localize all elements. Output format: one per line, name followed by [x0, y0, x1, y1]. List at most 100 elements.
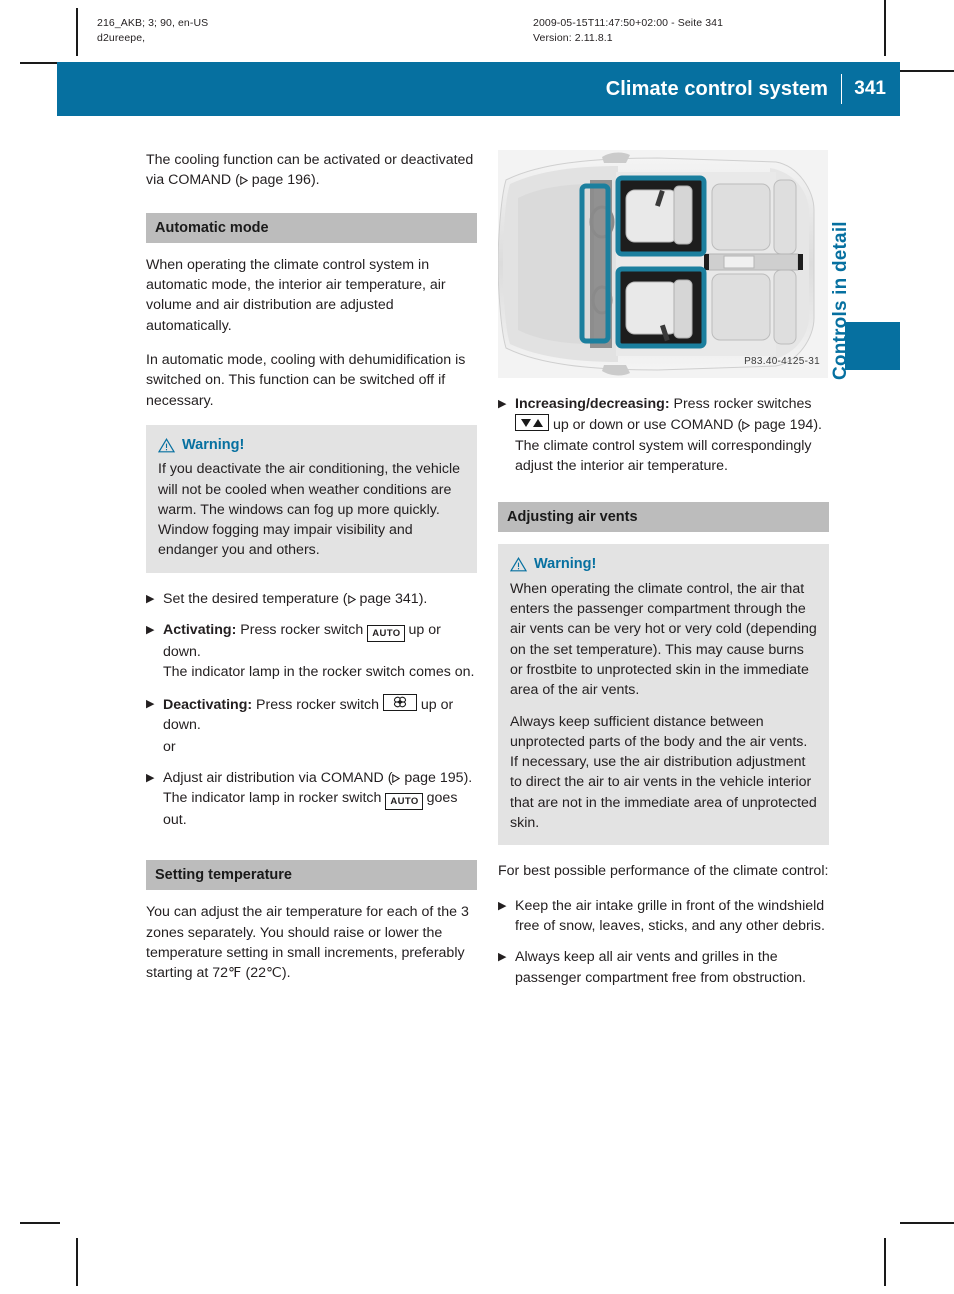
- step-subtext-before: The indicator lamp in rocker switch: [163, 789, 386, 806]
- warning-box-air-conditioning: Warning! If you deactivate the air condi…: [146, 424, 477, 573]
- warning-triangle-icon: [510, 557, 527, 572]
- list-item-adjust-air-distribution: ▶ Adjust air distribution via COMAND ( p…: [146, 768, 477, 831]
- page-reference-label[interactable]: page 341: [360, 591, 419, 607]
- step-bullet-icon: ▶: [146, 697, 155, 710]
- crop-mark-bottom-left-horizontal: [20, 1222, 60, 1224]
- step-text: Press rocker switches: [669, 396, 812, 412]
- step-text: Press rocker switch: [236, 622, 368, 639]
- step-text: Adjust air distribution via COMAND (: [163, 769, 393, 786]
- step-text: Press rocker switch: [252, 696, 383, 713]
- section-heading-setting-temperature: Setting temperature: [146, 860, 477, 891]
- print-slug-left: 216_AKB; 3; 90, en-US d2ureepe,: [97, 16, 208, 46]
- step-text: Set the desired temperature (: [163, 590, 348, 607]
- auto-rocker-switch-icon[interactable]: AUTO: [385, 792, 423, 810]
- step-body: Activating: Press rocker switch AUTO up …: [163, 620, 477, 683]
- page-reference: page 341: [347, 591, 419, 607]
- step-bullet-icon: ▶: [498, 951, 507, 964]
- step-body: Set the desired temperature ( page 341).: [163, 589, 477, 609]
- intro-text-end: ).: [310, 172, 320, 189]
- page-reference: page 196: [240, 172, 311, 188]
- warning-title-text: Warning!: [534, 556, 597, 573]
- crop-mark-top-right-horizontal: [900, 70, 954, 72]
- page-ref-arrow-icon: [240, 176, 248, 186]
- warning-paragraph-1: When operating the climate control, the …: [510, 580, 817, 699]
- arrow-down-icon: [521, 418, 531, 427]
- automatic-paragraph-1: When operating the climate control syste…: [146, 256, 446, 334]
- section-heading-automatic-mode: Automatic mode: [146, 212, 477, 243]
- page-reference-label[interactable]: page 194: [754, 417, 813, 433]
- figure-code-caption: P83.40-4125-31: [744, 355, 820, 367]
- step-bullet-icon: ▶: [146, 592, 155, 605]
- page-header-band: Climate control system 341: [57, 62, 900, 116]
- page-reference-label[interactable]: page 195: [404, 770, 463, 786]
- crop-mark-top-right-vertical: [884, 0, 886, 56]
- step-subtext: The climate control system will correspo…: [515, 437, 812, 474]
- crop-mark-bottom-right-vertical: [884, 1238, 886, 1286]
- step-text-after: up or down or use COMAND (: [549, 417, 743, 434]
- list-item-activating: ▶ Activating: Press rocker switch AUTO u…: [146, 620, 477, 683]
- page-ref-arrow-icon: [392, 773, 401, 783]
- print-slug-right: 2009-05-15T11:47:50+02:00 - Seite 341 Ve…: [533, 16, 723, 46]
- page-ref-arrow-icon: [347, 594, 356, 604]
- warning-body-text: If you deactivate the air conditioning, …: [158, 461, 461, 559]
- right-column: P83.40-4125-31 ▶ Increasing/decreasing: …: [498, 150, 829, 999]
- step-body: Keep the air intake grille in front of t…: [515, 897, 825, 934]
- page-number: 341: [854, 78, 886, 99]
- step-lead-label: Increasing/decreasing:: [515, 396, 670, 412]
- step-body: Deactivating: Press rocker switch up or …: [163, 693, 477, 736]
- vehicle-interior-illustration: [498, 150, 828, 378]
- alternative-or-label: or: [163, 739, 176, 756]
- slug-right-line1: 2009-05-15T11:47:50+02:00 - Seite 341: [533, 17, 724, 29]
- crop-mark-bottom-left-vertical: [76, 1238, 78, 1286]
- crop-mark-bottom-right-horizontal: [900, 1222, 954, 1224]
- page-reference-label[interactable]: page 196: [252, 172, 311, 188]
- list-item-air-intake-grille: ▶ Keep the air intake grille in front of…: [498, 896, 829, 937]
- list-item-air-vents-obstruction: ▶ Always keep all air vents and grilles …: [498, 947, 829, 988]
- left-column: The cooling function can be activated or…: [146, 150, 477, 998]
- page-reference: page 195: [392, 770, 464, 786]
- list-item-deactivating: ▶ Deactivating: Press rocker switch up o…: [146, 693, 477, 736]
- step-text-after: ).: [463, 769, 473, 786]
- rocker-arrows: [516, 415, 548, 430]
- up-down-rocker-switch-icon[interactable]: [515, 414, 549, 432]
- step-bullet-icon: ▶: [146, 771, 155, 784]
- arrow-up-icon: [533, 418, 543, 427]
- setting-temperature-paragraph: You can adjust the air temperature for e…: [146, 904, 469, 982]
- step-text-after: ).: [418, 590, 428, 607]
- best-performance-lead-in: For best possible performance of the cli…: [498, 863, 829, 880]
- page-reference: page 194: [742, 417, 813, 433]
- intro-paragraph: The cooling function can be activated or…: [146, 150, 477, 191]
- step-subtext: The indicator lamp in the rocker switch …: [163, 664, 475, 681]
- page-title: Climate control system: [605, 77, 828, 100]
- step-bullet-icon: ▶: [498, 398, 507, 410]
- crop-mark-top-left-horizontal: [20, 62, 60, 64]
- chapter-tab-marker: [845, 322, 900, 370]
- crop-mark-top-left-vertical: [76, 8, 78, 56]
- auto-rocker-switch-icon[interactable]: AUTO: [367, 625, 405, 643]
- step-subtext: The indicator lamp in rocker switch AUTO…: [163, 788, 477, 830]
- step-text-end: ).: [813, 417, 822, 434]
- warning-box-air-vents: Warning! When operating the climate cont…: [498, 544, 829, 846]
- step-bullet-icon: ▶: [146, 624, 155, 637]
- step-bullet-icon: ▶: [498, 899, 507, 912]
- slug-left-line1: 216_AKB; 3; 90, en-US: [97, 17, 209, 29]
- blower-fan-icon[interactable]: [382, 693, 417, 711]
- slug-right-line2: Version: 2.11.8.1: [533, 32, 613, 44]
- list-item-increasing-decreasing: ▶ Increasing/decreasing: Press rocker sw…: [498, 394, 829, 476]
- warning-title-text: Warning!: [182, 436, 245, 453]
- slug-left-line2: d2ureepe,: [97, 32, 146, 44]
- step-lead-label: Activating:: [163, 622, 237, 639]
- vehicle-interior-top-view-figure: P83.40-4125-31: [498, 150, 828, 378]
- header-divider: [840, 74, 842, 104]
- step-body: Adjust air distribution via COMAND ( pag…: [163, 768, 477, 831]
- automatic-paragraph-2: In automatic mode, cooling with dehumidi…: [146, 352, 466, 409]
- warning-title-row: Warning!: [158, 435, 465, 455]
- section-heading-adjusting-air-vents: Adjusting air vents: [498, 502, 829, 533]
- list-item-set-temperature: ▶ Set the desired temperature ( page 341…: [146, 589, 477, 609]
- warning-triangle-icon: [158, 437, 175, 453]
- step-body: Increasing/decreasing: Press rocker swit…: [515, 394, 829, 476]
- step-lead-label: Deactivating:: [163, 696, 253, 713]
- warning-paragraph-2: Always keep sufficient distance between …: [510, 713, 817, 832]
- step-body: Always keep all air vents and grilles in…: [515, 949, 806, 986]
- chapter-tab-label: Controls in detail: [830, 221, 851, 380]
